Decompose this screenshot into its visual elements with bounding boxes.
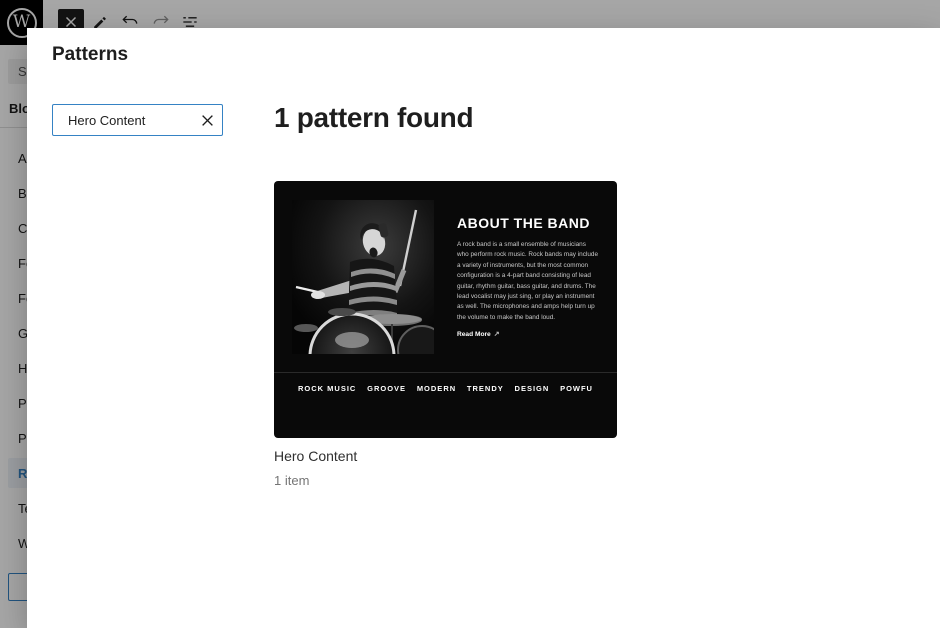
pattern-tag: MODERN [417, 384, 456, 393]
pattern-preview-card[interactable]: ABOUT THE BAND A rock band is a small en… [274, 181, 617, 438]
modal-title: Patterns [52, 44, 128, 66]
pattern-name-label: Hero Content [274, 448, 357, 464]
hero-paragraph: A rock band is a small ensemble of music… [457, 240, 598, 323]
patterns-search-input[interactable] [53, 113, 192, 128]
read-more-link: Read More ↗ [457, 330, 598, 338]
results-count-heading: 1 pattern found [274, 102, 473, 134]
drummer-photo [292, 200, 434, 354]
hero-heading: ABOUT THE BAND [457, 215, 598, 231]
pattern-tag: GROOVE [367, 384, 406, 393]
pattern-tag-row: ROCK MUSIC GROOVE MODERN TRENDY DESIGN P… [274, 384, 617, 393]
pattern-card-divider [274, 372, 617, 373]
external-arrow-icon: ↗ [494, 330, 500, 338]
pattern-hero-section: ABOUT THE BAND A rock band is a small en… [292, 200, 599, 354]
clear-search-icon [201, 114, 214, 127]
pattern-tag: ROCK MUSIC [298, 384, 356, 393]
patterns-search-box [52, 104, 223, 136]
pattern-tag: POWFU [560, 384, 593, 393]
patterns-modal: Patterns 1 pattern found [27, 28, 940, 628]
pattern-tag: DESIGN [515, 384, 550, 393]
pattern-tag: TRENDY [467, 384, 504, 393]
pattern-item-count: 1 item [274, 473, 309, 488]
clear-search-button[interactable] [192, 106, 222, 134]
read-more-label: Read More [457, 331, 491, 338]
pattern-hero-text: ABOUT THE BAND A rock band is a small en… [457, 200, 598, 354]
